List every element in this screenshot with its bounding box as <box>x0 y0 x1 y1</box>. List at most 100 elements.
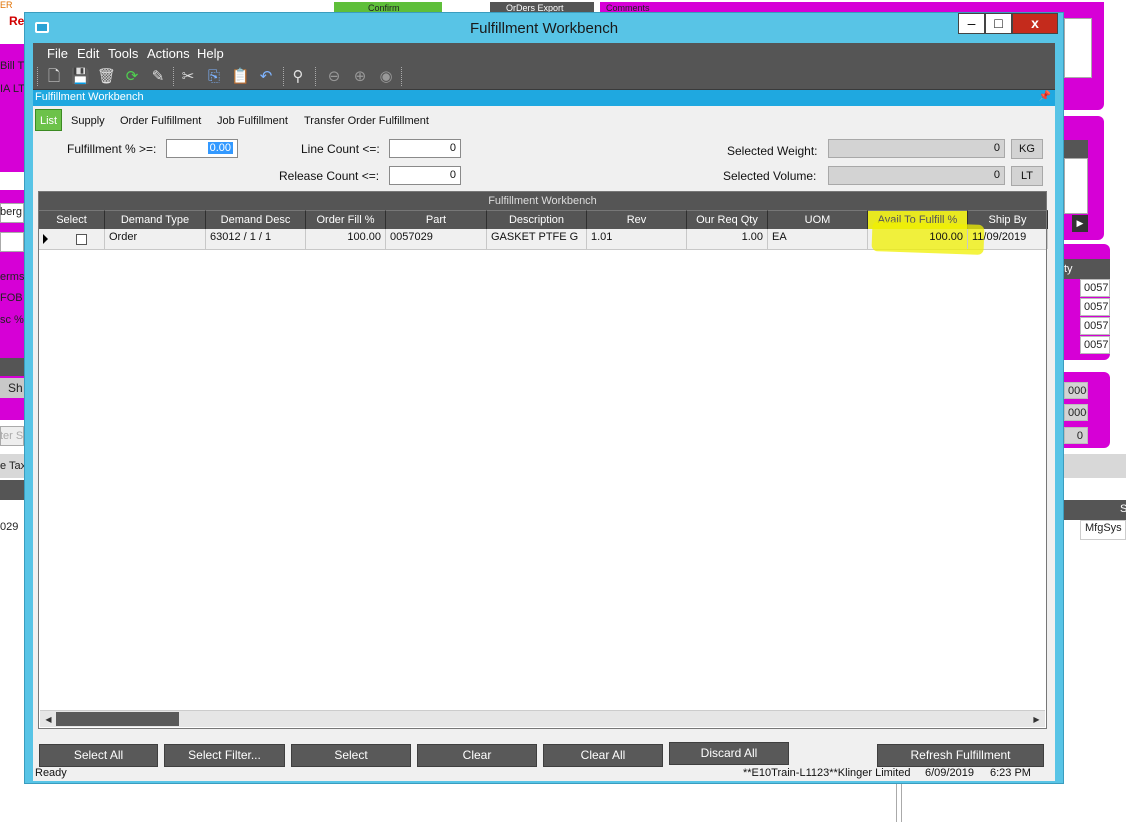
cell-demand-desc: 63012 / 1 / 1 <box>206 229 306 249</box>
status-session: **E10Train-L1123**Klinger Limited <box>743 767 911 779</box>
bg-fragment: Cust. <box>0 503 26 515</box>
menu-actions[interactable]: Actions <box>147 46 190 61</box>
cell-demand-type: Order <box>105 229 206 249</box>
status-text: Ready <box>35 767 67 779</box>
fulfillment-percent-value: 0.00 <box>207 142 233 154</box>
weight-unit: KG <box>1011 139 1043 159</box>
bg-field <box>1064 18 1092 78</box>
toolbar-separator <box>401 67 403 86</box>
bg-fragment: FOB <box>0 292 23 304</box>
status-bar: Ready **E10Train-L1123**Klinger Limited … <box>33 767 1055 781</box>
col-header-description[interactable]: Description <box>487 210 587 229</box>
binoculars-search-icon[interactable]: ⚲ <box>289 68 307 85</box>
undo-icon[interactable]: ↶ <box>257 68 275 85</box>
clear-all-button[interactable]: Clear All <box>543 744 663 767</box>
col-header-our-req-qty[interactable]: Our Req Qty <box>687 210 768 229</box>
scroll-right-icon[interactable]: ▶ <box>1029 712 1044 727</box>
bg-scroll-right-button[interactable]: ▶ <box>1072 215 1088 232</box>
bg-fragment: 029 <box>0 521 19 533</box>
bg-field <box>1064 500 1126 520</box>
bg-fragment: e Tax <box>0 460 27 472</box>
status-date: 6/09/2019 <box>925 767 974 779</box>
scroll-thumb[interactable] <box>56 712 179 726</box>
clear-button[interactable]: Clear <box>417 744 537 767</box>
bg-field <box>0 358 24 376</box>
delete-icon[interactable]: 🗑 <box>97 68 116 85</box>
fulfillment-percent-label: Fulfillment % >=: <box>67 142 157 156</box>
horizontal-scrollbar[interactable]: ◀ ▶ <box>40 710 1045 727</box>
cell-order-fill: 100.00 <box>306 229 386 249</box>
close-button[interactable]: x <box>1012 13 1058 34</box>
bg-fragment: ER <box>0 0 13 10</box>
menu-bar: File Edit Tools Actions Help <box>33 43 1055 63</box>
clear-eraser-icon[interactable]: ✎ <box>149 68 167 85</box>
cell-avail-to-fulfill: 100.00 <box>868 229 968 249</box>
bg-fragment: berg <box>0 206 23 218</box>
line-count-label: Line Count <=: <box>301 142 380 156</box>
cell-description: GASKET PTFE G <box>487 229 587 249</box>
save-icon[interactable]: 💾 <box>71 68 90 85</box>
copy-icon[interactable]: ⎘ <box>205 68 223 85</box>
panel-title: Fulfillment Workbench <box>35 91 144 103</box>
pin-icon[interactable]: 📌 <box>1039 91 1051 102</box>
selected-weight-field: 0 <box>828 139 1005 158</box>
toolbar-grip <box>37 67 39 86</box>
cut-icon[interactable]: ✂ <box>179 68 197 85</box>
select-filter-button[interactable]: Select Filter... <box>164 744 285 767</box>
menu-edit[interactable]: Edit <box>77 46 99 61</box>
discard-all-button[interactable]: Discard All <box>669 742 789 765</box>
select-all-button[interactable]: Select All <box>39 744 158 767</box>
back-arrow-icon[interactable]: ⊖ <box>325 68 343 85</box>
col-header-select[interactable]: Select <box>39 210 105 229</box>
col-header-rev[interactable]: Rev <box>587 210 687 229</box>
bg-field <box>1064 454 1126 478</box>
toolbar-separator <box>283 67 285 86</box>
tab-transfer-order-fulfillment[interactable]: Transfer Order Fulfillment <box>302 112 431 130</box>
paste-icon[interactable]: 📋 <box>231 68 250 85</box>
menu-help[interactable]: Help <box>197 46 224 61</box>
cell-ship-by: 11/09/2019 <box>968 229 1048 249</box>
table-row[interactable]: Order 63012 / 1 / 1 100.00 0057029 GASKE… <box>39 221 1048 255</box>
refresh-fulfillment-button[interactable]: Refresh Fulfillment <box>877 744 1044 767</box>
bg-cell: 00570 <box>1080 336 1110 354</box>
tab-job-fulfillment[interactable]: Job Fulfillment <box>215 112 290 130</box>
new-document-icon[interactable]: 🗋 <box>45 68 63 85</box>
bg-splitter <box>896 784 902 822</box>
bg-field <box>0 232 24 252</box>
forward-arrow-icon[interactable]: ⊕ <box>351 68 369 85</box>
refresh-icon[interactable]: ⟳ <box>123 68 141 85</box>
line-count-input[interactable]: 0 <box>389 139 461 158</box>
tab-supply[interactable]: Supply <box>69 112 107 130</box>
menu-tools[interactable]: Tools <box>108 46 138 61</box>
bg-fragment: IA LT <box>0 83 25 95</box>
panel-header: Fulfillment Workbench 📌 <box>33 90 1055 106</box>
cell-rev: 1.01 <box>587 229 687 249</box>
tab-order-fulfillment[interactable]: Order Fulfillment <box>118 112 203 130</box>
stop-icon[interactable]: ◉ <box>377 68 395 85</box>
release-count-input[interactable]: 0 <box>389 166 461 185</box>
select-button[interactable]: Select <box>291 744 411 767</box>
cell-our-req-qty: 1.00 <box>687 229 768 249</box>
col-header-part[interactable]: Part <box>386 210 487 229</box>
tab-list[interactable]: List <box>35 109 63 131</box>
bg-fragment: ty <box>1064 263 1073 275</box>
scroll-left-icon[interactable]: ◀ <box>41 712 56 727</box>
title-bar[interactable]: Fulfillment Workbench – □ x <box>25 13 1063 43</box>
fulfillment-percent-input[interactable]: 0.00 <box>166 139 238 158</box>
col-header-uom[interactable]: UOM <box>768 210 868 229</box>
bg-cell: 00570 <box>1080 317 1110 335</box>
col-header-order-fill[interactable]: Order Fill % <box>306 210 386 229</box>
toolbar-separator <box>173 67 175 86</box>
selected-weight-label: Selected Weight: <box>727 144 818 158</box>
volume-unit: LT <box>1011 166 1043 186</box>
row-select-checkbox[interactable] <box>76 234 87 245</box>
minimize-button[interactable]: – <box>958 13 985 34</box>
bg-cell: 0000 <box>1064 382 1088 399</box>
maximize-button[interactable]: □ <box>985 13 1012 34</box>
menu-file[interactable]: File <box>47 46 68 61</box>
col-header-demand-type[interactable]: Demand Type <box>105 210 206 229</box>
bg-field <box>1064 140 1088 158</box>
col-header-demand-desc[interactable]: Demand Desc <box>206 210 306 229</box>
fulfillment-workbench-window: Fulfillment Workbench – □ x File Edit To… <box>24 12 1064 784</box>
cell-part: 0057029 <box>386 229 487 249</box>
